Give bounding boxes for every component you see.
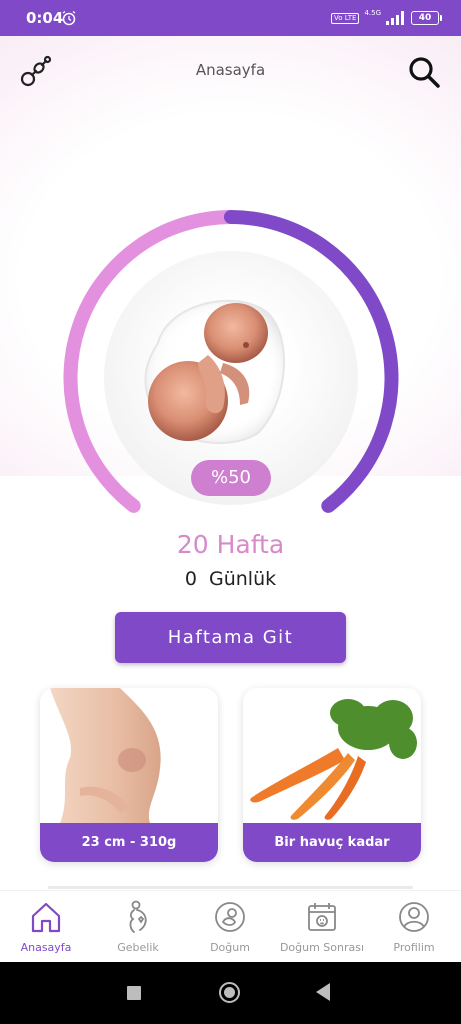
- nav-item-home[interactable]: Anasayfa: [0, 891, 92, 963]
- home-system-button[interactable]: [219, 982, 240, 1003]
- go-to-week-button[interactable]: Haftama Git: [115, 612, 346, 663]
- pregnancy-icon: [129, 900, 147, 933]
- days-label: 0 Günlük: [184, 568, 277, 590]
- pregnant-belly-image: [50, 688, 161, 823]
- profile-icon: [399, 902, 429, 932]
- bottom-navigation: Anasayfa Gebelik Doğum Doğum Sonrası Pro…: [0, 890, 461, 963]
- fruit-card[interactable]: Bir havuç kadar: [243, 688, 421, 862]
- nav-divider: [48, 886, 413, 889]
- battery-icon: 40: [411, 11, 442, 25]
- size-caption: 23 cm - 310g: [40, 823, 218, 862]
- nav-item-postpartum[interactable]: Doğum Sonrası: [276, 891, 368, 963]
- nav-label-home: Anasayfa: [20, 941, 72, 954]
- status-indicators: Vo LTE 4.5G 40: [331, 9, 442, 27]
- battery-level: 40: [418, 13, 432, 23]
- fruit-caption: Bir havuç kadar: [243, 823, 421, 862]
- recents-button[interactable]: [127, 986, 141, 1000]
- size-card[interactable]: 23 cm - 310g: [40, 688, 218, 862]
- volte-badge: Vo LTE: [331, 12, 360, 24]
- calendar-baby-icon: [308, 903, 336, 931]
- progress-percent-badge: %50: [191, 460, 271, 496]
- status-bar: 0:04 Vo LTE 4.5G 40: [0, 0, 461, 36]
- fetus-image: [144, 299, 285, 444]
- signal-icon: [386, 11, 404, 25]
- nav-label-profile: Profilim: [393, 941, 435, 954]
- nav-label-birth: Doğum: [210, 941, 250, 954]
- alarm-icon: [62, 10, 76, 26]
- search-icon[interactable]: [407, 55, 441, 89]
- status-time: 0:04: [26, 9, 64, 27]
- nav-label-postpartum: Doğum Sonrası: [279, 941, 365, 954]
- network-type: 4.5G: [364, 9, 381, 17]
- page-title: Anasayfa: [195, 61, 266, 79]
- nav-item-birth[interactable]: Doğum: [184, 891, 276, 963]
- home-icon: [31, 902, 61, 933]
- carrot-image: [250, 699, 417, 820]
- back-button[interactable]: [316, 983, 330, 1001]
- nav-item-pregnancy[interactable]: Gebelik: [92, 891, 184, 963]
- nav-label-pregnancy: Gebelik: [117, 941, 159, 954]
- week-label: 20 Hafta: [176, 530, 285, 559]
- nav-item-profile[interactable]: Profilim: [368, 891, 460, 963]
- birth-icon: [215, 902, 245, 932]
